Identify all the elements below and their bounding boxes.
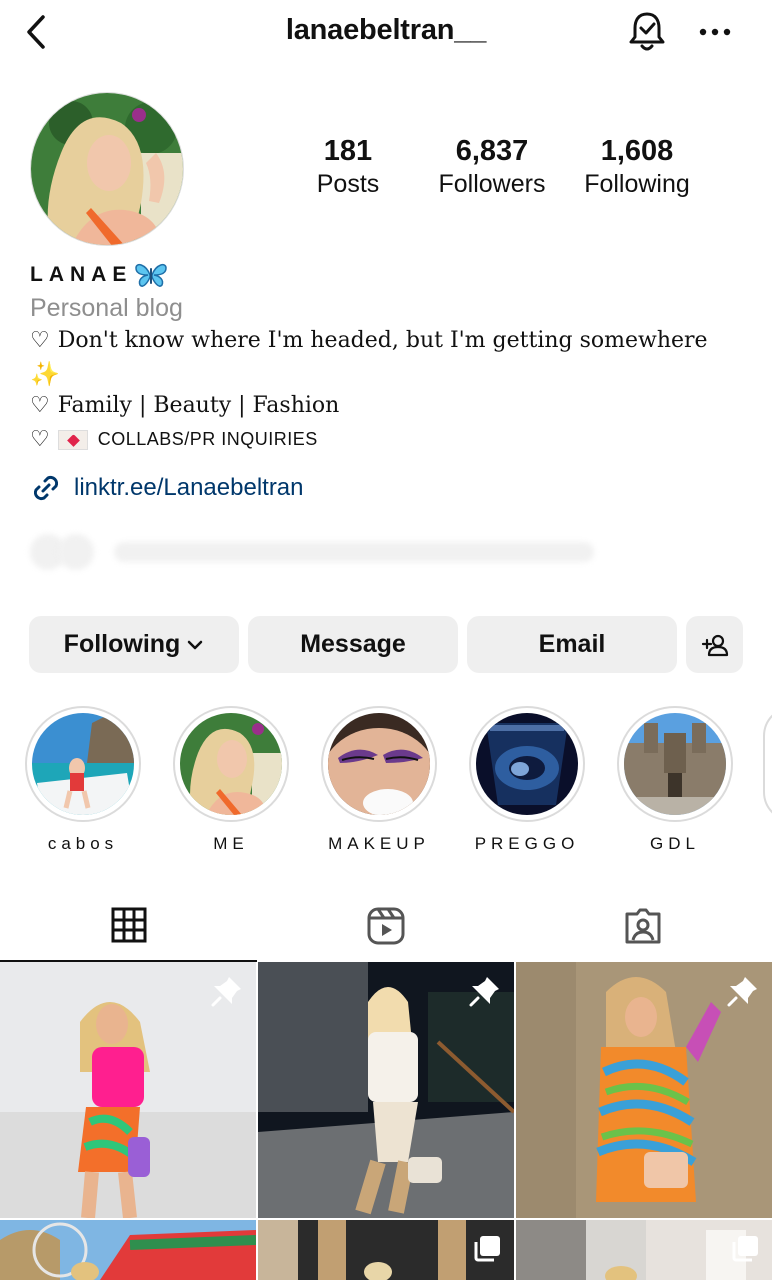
bio-line-1-emoji: ✨ xyxy=(30,360,60,388)
story-highlight-partial[interactable] xyxy=(763,706,772,822)
more-options-button[interactable] xyxy=(696,14,734,50)
highlight-label: GDL xyxy=(650,834,700,853)
bio-line-3-text: COLLABS/PR INQUIRIES xyxy=(97,429,318,449)
sparkles-icon: ✨ xyxy=(30,360,60,388)
highlight-cover xyxy=(476,713,578,815)
highlight-cover xyxy=(32,713,134,815)
post-thumbnail[interactable] xyxy=(0,1220,256,1280)
highlight-cover xyxy=(328,713,430,815)
grid-icon xyxy=(111,907,146,943)
tab-reels[interactable] xyxy=(257,890,514,962)
highlight-label: cabos xyxy=(47,834,119,853)
love-letter-icon xyxy=(57,429,88,450)
highlight-ring xyxy=(173,706,289,822)
message-button[interactable]: Message xyxy=(248,616,458,673)
chevron-down-icon xyxy=(188,640,203,649)
profile-link[interactable]: linktr.ee/Lanaebeltran xyxy=(30,472,304,504)
highlight-ring xyxy=(25,706,141,822)
post-thumbnail[interactable] xyxy=(258,962,514,1218)
suggested-accounts-button[interactable] xyxy=(686,616,743,673)
post-thumbnail[interactable] xyxy=(258,1220,514,1280)
bio-line-2-text: Family | Beauty | Fashion xyxy=(57,393,340,418)
followers-count: 6,837 xyxy=(455,135,529,167)
add-user-icon xyxy=(701,634,728,656)
profile-link-text: linktr.ee/Lanaebeltran xyxy=(74,474,304,501)
heart-outline-icon: ♡ xyxy=(30,427,50,452)
top-bar: lanaebeltran__ xyxy=(0,0,772,64)
story-highlight[interactable]: ME xyxy=(173,706,289,854)
bio-line-1: ♡ Don't know where I'm headed, but I'm g… xyxy=(30,328,708,353)
message-button-label: Message xyxy=(300,630,406,658)
highlight-ring xyxy=(469,706,585,822)
reels-icon xyxy=(367,907,404,945)
profile-avatar[interactable] xyxy=(30,92,184,246)
butterfly-icon xyxy=(135,263,168,287)
highlight-cover xyxy=(180,713,282,815)
profile-tabs xyxy=(0,890,772,962)
story-highlight[interactable]: MAKEUP xyxy=(321,706,437,854)
profile-category: Personal blog xyxy=(30,294,183,322)
heart-outline-icon: ♡ xyxy=(30,328,50,353)
post-thumbnail[interactable] xyxy=(0,962,256,1218)
post-thumbnail[interactable] xyxy=(516,1220,772,1280)
tab-posts-grid[interactable] xyxy=(0,890,257,962)
post-thumbnail[interactable] xyxy=(516,962,772,1218)
posts-count: 181 xyxy=(323,135,373,167)
followers-stat[interactable]: 6,837 Followers xyxy=(424,134,560,200)
posts-label: Posts xyxy=(316,170,380,198)
carousel-icon xyxy=(732,1236,758,1262)
display-name: LANAE xyxy=(30,262,168,288)
highlight-label: ME xyxy=(213,834,249,853)
bio-line-3: ♡ COLLABS/PR INQUIRIES xyxy=(30,427,318,452)
bio-line-2: ♡ Family | Beauty | Fashion xyxy=(30,393,339,418)
bio-line-1-text: Don't know where I'm headed, but I'm get… xyxy=(57,328,708,353)
story-highlight[interactable]: cabos xyxy=(25,706,141,854)
following-button-label: Following xyxy=(63,630,181,658)
email-button-label: Email xyxy=(538,630,606,658)
more-horizontal-icon xyxy=(699,28,731,36)
carousel-icon xyxy=(474,1236,500,1262)
tab-tagged[interactable] xyxy=(514,890,771,962)
bell-check-icon xyxy=(629,12,665,51)
heart-outline-icon: ♡ xyxy=(30,393,50,418)
avatar-photo xyxy=(31,93,183,245)
highlight-ring xyxy=(321,706,437,822)
posts-stat[interactable]: 181 Posts xyxy=(298,134,398,200)
notifications-button[interactable] xyxy=(626,10,668,54)
highlight-cover xyxy=(624,713,726,815)
link-icon xyxy=(33,475,59,501)
pin-icon xyxy=(727,977,757,1007)
display-name-text: LANAE xyxy=(30,263,133,286)
highlight-ring xyxy=(617,706,733,822)
mutual-followers-placeholder xyxy=(30,528,630,576)
pin-icon xyxy=(469,977,499,1007)
story-highlight[interactable]: GDL xyxy=(617,706,733,854)
following-button[interactable]: Following xyxy=(29,616,239,673)
email-button[interactable]: Email xyxy=(467,616,677,673)
following-label: Following xyxy=(584,170,690,198)
pin-icon xyxy=(211,977,241,1007)
highlight-label: MAKEUP xyxy=(328,834,430,853)
following-stat[interactable]: 1,608 Following xyxy=(572,134,702,200)
story-highlight[interactable]: PREGGO xyxy=(469,706,585,854)
following-count: 1,608 xyxy=(600,135,674,167)
highlight-label: PREGGO xyxy=(474,834,580,853)
tagged-icon xyxy=(625,908,660,944)
followers-label: Followers xyxy=(438,170,546,198)
